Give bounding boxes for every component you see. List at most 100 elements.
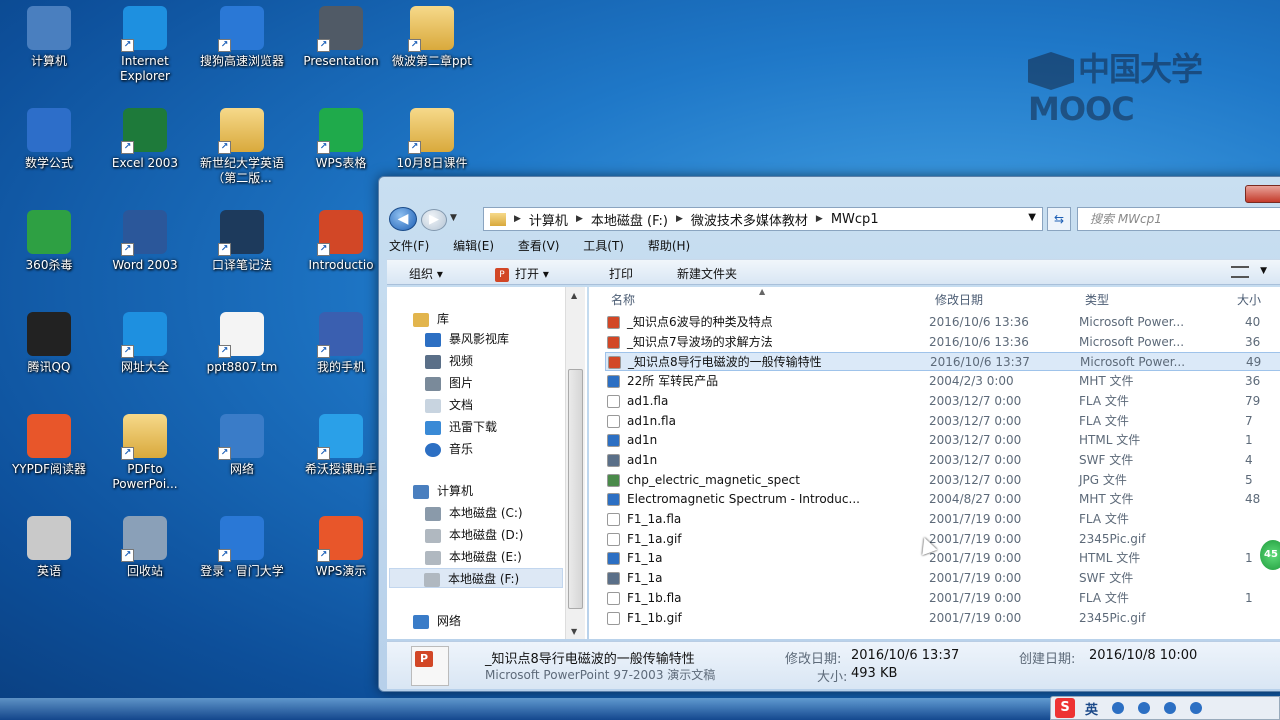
- file-name: ad1.fla: [627, 393, 669, 408]
- nav-drive-selected[interactable]: 本地磁盘 (F:): [389, 568, 563, 588]
- history-dropdown-icon[interactable]: ▼: [450, 213, 457, 223]
- breadcrumb-segment[interactable]: 计算机: [529, 210, 568, 229]
- desktop-icon[interactable]: 腾讯QQ: [3, 312, 95, 375]
- ime-mode[interactable]: 英: [1085, 699, 1098, 718]
- back-button[interactable]: ◀: [389, 207, 417, 231]
- shortcut-arrow-icon: ↗: [317, 345, 330, 358]
- desktop-icon[interactable]: 360杀毒: [3, 210, 95, 273]
- desktop-icon[interactable]: ↗ Excel 2003: [99, 108, 191, 171]
- address-bar[interactable]: ▶ 计算机 ▶ 本地磁盘 (F:) ▶ 微波技术多媒体教材 ▶ MWcp1 ▼: [483, 207, 1043, 231]
- nav-library[interactable]: 库: [413, 309, 449, 329]
- desktop-icon[interactable]: ↗ WPS表格: [295, 108, 387, 171]
- desktop-icon[interactable]: ↗ WPS演示: [295, 516, 387, 579]
- nav-library-item[interactable]: 视频: [425, 351, 473, 371]
- file-row[interactable]: ad1.fla 2003/12/7 0:00 FLA 文件 79: [605, 392, 1280, 411]
- desktop-icon[interactable]: ↗ 微波第二章ppt: [386, 6, 478, 69]
- desktop-icon[interactable]: ↗ 口译笔记法: [196, 210, 288, 273]
- breadcrumb-segment[interactable]: 微波技术多媒体教材: [691, 210, 808, 229]
- desktop-icon[interactable]: ↗ Introductio: [295, 210, 387, 273]
- file-date: 2016/10/6 13:36: [929, 334, 1029, 349]
- menu-file[interactable]: 文件(F): [389, 239, 429, 253]
- file-row[interactable]: F1_1b.gif 2001/7/19 0:00 2345Pic.gif: [605, 609, 1280, 628]
- desktop-icon[interactable]: ↗ 回收站: [99, 516, 191, 579]
- nav-library-item[interactable]: 音乐: [425, 439, 473, 459]
- file-name: F1_1b.gif: [627, 610, 682, 625]
- menu-help[interactable]: 帮助(H): [648, 239, 690, 253]
- breadcrumb-segment[interactable]: 本地磁盘 (F:): [591, 210, 668, 229]
- desktop-icon-label: 数学公式: [24, 156, 73, 170]
- emoji-icon[interactable]: [1138, 702, 1151, 714]
- forward-button[interactable]: ▶: [421, 209, 447, 231]
- file-row[interactable]: F1_1a.fla 2001/7/19 0:00 FLA 文件: [605, 510, 1280, 529]
- nav-library-item[interactable]: 暴风影视库: [425, 329, 509, 349]
- column-date[interactable]: 修改日期: [935, 291, 983, 308]
- file-row[interactable]: F1_1a.gif 2001/7/19 0:00 2345Pic.gif: [605, 530, 1280, 549]
- column-type[interactable]: 类型: [1085, 291, 1109, 308]
- file-row[interactable]: ad1n.fla 2003/12/7 0:00 FLA 文件 7: [605, 412, 1280, 431]
- chevron-down-icon[interactable]: ▼: [1028, 212, 1036, 223]
- shortcut-arrow-icon: ↗: [408, 39, 421, 52]
- desktop-icon[interactable]: ↗ Internet Explorer: [99, 6, 191, 84]
- organize-button[interactable]: 组织 ▾: [409, 265, 443, 282]
- new-folder-button[interactable]: 新建文件夹: [677, 265, 737, 282]
- chevron-down-icon[interactable]: ▼: [1260, 266, 1267, 276]
- menu-view[interactable]: 查看(V): [518, 239, 560, 253]
- refresh-button[interactable]: ⇆: [1047, 207, 1071, 231]
- search-input[interactable]: 搜索 MWcp1: [1077, 207, 1280, 231]
- desktop-icon[interactable]: ↗ 10月8日课件: [386, 108, 478, 171]
- file-row[interactable]: F1_1b.fla 2001/7/19 0:00 FLA 文件 1: [605, 589, 1280, 608]
- file-row-selected[interactable]: _知识点8导行电磁波的一般传输特性 2016/10/6 13:37 Microsof…: [605, 352, 1280, 372]
- nav-drive[interactable]: 本地磁盘 (E:): [425, 547, 522, 567]
- column-name[interactable]: 名称: [611, 291, 635, 308]
- desktop-icon[interactable]: ↗ 网址大全: [99, 312, 191, 375]
- desktop-icon[interactable]: 数学公式: [3, 108, 95, 171]
- desktop-icon[interactable]: ↗ Word 2003: [99, 210, 191, 273]
- menu-edit[interactable]: 编辑(E): [453, 239, 494, 253]
- column-size[interactable]: 大小: [1237, 291, 1261, 308]
- file-name: chp_electric_magnetic_spect: [627, 472, 800, 487]
- scroll-up-icon[interactable]: ▲: [571, 291, 577, 300]
- settings-icon[interactable]: [1190, 702, 1203, 714]
- desktop-icon[interactable]: ↗ 新世纪大学英语（第二版...: [196, 108, 288, 186]
- breadcrumb-segment[interactable]: MWcp1: [831, 212, 879, 227]
- scroll-down-icon[interactable]: ▼: [571, 627, 577, 636]
- punctuation-icon[interactable]: [1112, 702, 1125, 714]
- desktop-icon[interactable]: ↗ 我的手机: [295, 312, 387, 375]
- close-button[interactable]: [1245, 185, 1280, 203]
- file-row[interactable]: _知识点7导波场的求解方法 2016/10/6 13:36 Microsoft Po…: [605, 333, 1280, 352]
- file-row[interactable]: F1_1a 2001/7/19 0:00 SWF 文件: [605, 569, 1280, 588]
- nav-library-item[interactable]: 图片: [425, 373, 473, 393]
- view-options-icon[interactable]: [1231, 266, 1249, 278]
- desktop-icon[interactable]: YYPDF阅读器: [3, 414, 95, 477]
- sogou-ime-icon[interactable]: S: [1055, 698, 1075, 718]
- menu-tools[interactable]: 工具(T): [583, 239, 624, 253]
- open-button[interactable]: P 打开 ▾: [495, 265, 549, 282]
- nav-drive[interactable]: 本地磁盘 (D:): [425, 525, 523, 545]
- file-row[interactable]: 22所 军转民产品 2004/2/3 0:00 MHT 文件 36: [605, 372, 1280, 391]
- file-row[interactable]: Electromagnetic Spectrum - Introduc... 20…: [605, 490, 1280, 509]
- desktop-icon[interactable]: 计算机: [3, 6, 95, 69]
- file-row[interactable]: _知识点6波导的种类及特点 2016/10/6 13:36 Microsoft Po…: [605, 313, 1280, 332]
- nav-computer[interactable]: 计算机: [413, 481, 473, 501]
- desktop-icon[interactable]: 英语: [3, 516, 95, 579]
- nav-library-item[interactable]: 迅雷下载: [425, 417, 497, 437]
- desktop-icon[interactable]: ↗ Presentation: [295, 6, 387, 69]
- file-row[interactable]: ad1n 2003/12/7 0:00 SWF 文件 4: [605, 451, 1280, 470]
- file-row[interactable]: chp_electric_magnetic_spect 2003/12/7 0:0…: [605, 471, 1280, 490]
- print-button[interactable]: 打印: [609, 265, 633, 282]
- desktop-icon[interactable]: ↗ ppt8807.tm: [196, 312, 288, 375]
- file-row[interactable]: F1_1a 2001/7/19 0:00 HTML 文件 1: [605, 549, 1280, 568]
- scroll-thumb[interactable]: [568, 369, 583, 609]
- floating-badge[interactable]: 45: [1258, 538, 1280, 572]
- nav-library-item[interactable]: 文档: [425, 395, 473, 415]
- desktop-icon[interactable]: ↗ 希沃授课助手: [295, 414, 387, 477]
- desktop-icon[interactable]: ↗ PDFto PowerPoi...: [99, 414, 191, 492]
- desktop-icon[interactable]: ↗ 网络: [196, 414, 288, 477]
- nav-network[interactable]: 网络: [413, 611, 461, 631]
- desktop-icon[interactable]: ↗ 搜狗高速浏览器: [196, 6, 288, 69]
- nav-drive[interactable]: 本地磁盘 (C:): [425, 503, 523, 523]
- nav-scrollbar[interactable]: ▲ ▼: [565, 287, 585, 639]
- keyboard-icon[interactable]: [1164, 702, 1177, 714]
- desktop-icon[interactable]: ↗ 登录 · 冒门大学: [196, 516, 288, 579]
- file-row[interactable]: ad1n 2003/12/7 0:00 HTML 文件 1: [605, 431, 1280, 450]
